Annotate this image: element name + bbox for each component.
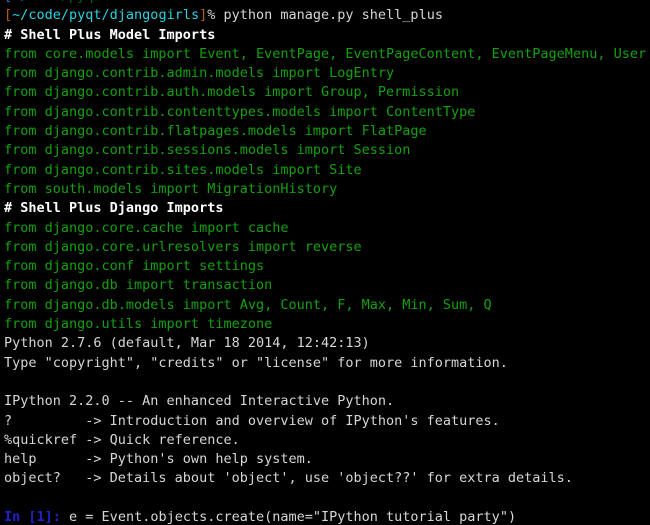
import-statement: from south.models import MigrationHistor… [4,180,338,197]
terminal-line-import-08: from south.models import MigrationHistor… [4,180,650,199]
terminal-prompt-line[interactable]: [~/code/pyqt/djangogirls]% python manage… [4,6,650,25]
prompt-command: python manage.py shell_plus [223,7,443,24]
import-statement: from core.models import Event, EventPage… [4,45,647,62]
import-statement: from django.utils import timezone [4,316,273,333]
terminal-line-python-version: Python 2.7.6 (default, Mar 18 2014, 12:4… [4,334,650,353]
ipython-help-object: object? -> Details about 'object', use '… [4,470,573,487]
ipython-prompt-label: In [1]: [4,509,61,525]
terminal-line-blank-1 [4,373,650,392]
section-header-model-imports: # Shell Plus Model Imports [4,26,216,43]
terminal-ipython-input-line[interactable]: In [1]: e = Event.objects.create(name="I… [4,508,650,525]
terminal-line-blank-2 [4,489,650,508]
terminal-line-import-14: from django.utils import timezone [4,315,650,334]
terminal-line-import-03: from django.contrib.auth.models import G… [4,83,650,102]
ipython-help-question: ? -> Introduction and overview of IPytho… [4,412,500,429]
ipython-input-text[interactable]: e = Event.objects.create(name="IPython t… [69,509,516,525]
ipython-help-quickref: %quickref -> Quick reference. [4,431,240,448]
terminal-line-import-09: from django.core.cache import cache [4,219,650,238]
terminal-line-help-object: object? -> Details about 'object', use '… [4,469,650,488]
terminal-screen: [~/code/pyqt [~/code/pyqt/djangogirls]% … [0,0,650,525]
terminal-line-import-10: from django.core.urlresolvers import rev… [4,238,650,257]
terminal-line-help-help: help -> Python's own help system. [4,450,650,469]
prompt-bracket-close-icon: ] [199,7,208,24]
terminal-line-import-11: from django.conf import settings [4,257,650,276]
terminal-line-import-02: from django.contrib.admin.models import … [4,64,650,83]
import-statement: from django.contrib.sites.models import … [4,161,362,178]
terminal-line-import-01: from core.models import Event, EventPage… [4,45,650,64]
terminal-line-import-07: from django.contrib.sites.models import … [4,161,650,180]
import-statement: from django.contrib.sessions.models impo… [4,142,411,159]
terminal-window[interactable]: [~/code/pyqt [~/code/pyqt/djangogirls]% … [0,0,650,525]
ipython-help-help: help -> Python's own help system. [4,451,313,468]
import-statement: from django.contrib.contenttypes.models … [4,103,476,120]
import-statement: from django.core.cache import cache [4,219,289,236]
import-statement: from django.conf import settings [4,258,265,275]
clipped-path-fragment: code/pyqt [28,0,101,4]
import-statement: from django.contrib.admin.models import … [4,65,395,82]
clipped-prompt-fragment: [~/ [4,0,28,4]
terminal-line-ipython-banner: IPython 2.2.0 -- An enhanced Interactive… [4,392,650,411]
python-type-hint-text: Type "copyright", "credits" or "license"… [4,354,508,371]
terminal-line-import-06: from django.contrib.sessions.models impo… [4,141,650,160]
prompt-bracket-open-icon: [ [4,7,13,24]
terminal-line-help-quickref: %quickref -> Quick reference. [4,431,650,450]
terminal-line-header-models: # Shell Plus Model Imports [4,26,650,45]
terminal-line-import-05: from django.contrib.flatpages.models imp… [4,122,650,141]
terminal-line-import-13: from django.db.models import Avg, Count,… [4,296,650,315]
import-statement: from django.db.models import Avg, Count,… [4,296,492,313]
terminal-line-help-question: ? -> Introduction and overview of IPytho… [4,412,650,431]
import-statement: from django.core.urlresolvers import rev… [4,238,362,255]
terminal-line-header-django: # Shell Plus Django Imports [4,199,650,218]
section-header-django-imports: # Shell Plus Django Imports [4,200,224,217]
import-statement: from django.db import transaction [4,277,273,294]
terminal-line-import-12: from django.db import transaction [4,276,650,295]
ipython-banner-text: IPython 2.2.0 -- An enhanced Interactive… [4,393,395,410]
import-statement: from django.contrib.auth.models import G… [4,84,460,101]
ipython-prompt-space [61,509,69,525]
terminal-line-python-type: Type "copyright", "credits" or "license"… [4,354,650,373]
terminal-line-import-04: from django.contrib.contenttypes.models … [4,103,650,122]
import-statement: from django.contrib.flatpages.models imp… [4,123,427,140]
python-version-text: Python 2.7.6 (default, Mar 18 2014, 12:4… [4,335,370,352]
prompt-path: ~/code/pyqt/djangogirls [12,7,200,24]
